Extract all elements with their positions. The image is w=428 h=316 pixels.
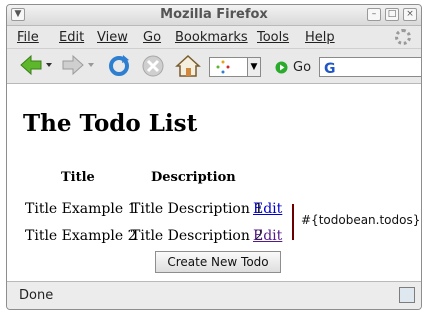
url-dropdown-button[interactable]: ▼ xyxy=(247,57,261,77)
search-field[interactable]: G xyxy=(319,57,421,77)
back-arrow-icon[interactable] xyxy=(19,54,43,76)
minimize-button[interactable]: – xyxy=(367,8,381,21)
menu-view[interactable]: View xyxy=(97,30,128,45)
expression-text: #{todobean.todos} xyxy=(301,213,421,227)
google-search-icon[interactable]: G xyxy=(323,60,339,76)
go-icon[interactable] xyxy=(275,61,288,74)
row-2-title: Title Example 2 xyxy=(25,228,137,244)
window-title: Mozilla Firefox xyxy=(160,7,268,22)
menu-bookmarks[interactable]: Bookmarks xyxy=(175,30,248,45)
home-icon[interactable] xyxy=(175,54,201,78)
forward-dropdown-icon[interactable] xyxy=(87,62,95,68)
back-dropdown-icon[interactable] xyxy=(45,62,53,68)
status-text: Done xyxy=(19,288,54,303)
throbber-icon xyxy=(395,29,411,45)
menu-go[interactable]: Go xyxy=(143,30,161,45)
row-1-description: Title Description 1 xyxy=(131,201,264,217)
vertical-divider xyxy=(292,204,294,240)
navigation-toolbar: ▼ Go G xyxy=(7,49,421,84)
page-throbber-icon xyxy=(216,60,230,74)
create-new-todo-button[interactable]: Create New Todo xyxy=(155,251,281,273)
row-2-description: Title Description 2 xyxy=(131,228,264,244)
column-header-title: Title xyxy=(61,170,95,185)
status-bar: Done xyxy=(7,281,421,309)
row-1-edit-link[interactable]: Edit xyxy=(253,201,282,217)
menu-help[interactable]: Help xyxy=(305,30,335,45)
go-button[interactable]: Go xyxy=(293,60,311,75)
menu-file[interactable]: File xyxy=(17,30,39,45)
maximize-button[interactable]: □ xyxy=(385,8,399,21)
reload-icon[interactable] xyxy=(107,54,131,78)
menu-edit[interactable]: Edit xyxy=(59,30,84,45)
column-header-description: Description xyxy=(151,170,236,185)
row-1-title: Title Example 1 xyxy=(25,201,137,217)
close-button[interactable]: × xyxy=(403,8,417,21)
menu-tools[interactable]: Tools xyxy=(257,30,289,45)
title-bar: ▼ Mozilla Firefox – □ × xyxy=(7,5,421,26)
page-heading: The Todo List xyxy=(23,110,198,137)
row-2-edit-link[interactable]: Edit xyxy=(253,228,282,244)
security-icon[interactable] xyxy=(399,287,415,303)
stop-icon[interactable] xyxy=(141,54,165,78)
page-content: The Todo List Title Description Title Ex… xyxy=(7,84,421,284)
forward-arrow-icon[interactable] xyxy=(61,54,85,76)
menu-bar: File Edit View Go Bookmarks Tools Help xyxy=(7,26,421,49)
svg-text:G: G xyxy=(324,61,336,76)
browser-window: ▼ Mozilla Firefox – □ × File Edit View G… xyxy=(6,4,422,310)
